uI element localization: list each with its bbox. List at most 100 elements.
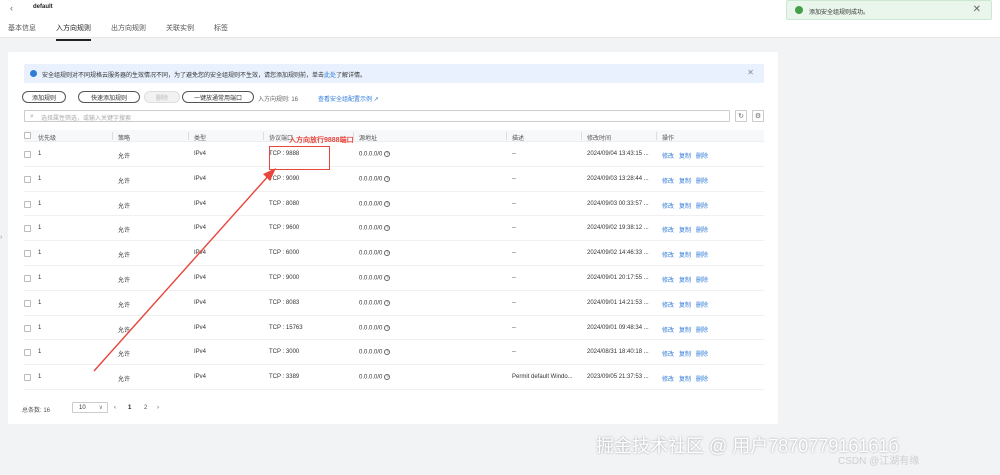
edit-link[interactable]: 修改 <box>662 204 674 210</box>
search-input[interactable]: ⌕ 选择属性筛选，或输入关键字搜索 <box>24 110 730 122</box>
cell-type: IPv4 <box>194 250 207 257</box>
row-checkbox[interactable] <box>24 274 31 282</box>
delete-link[interactable]: 删除 <box>696 352 708 358</box>
edit-link[interactable]: 修改 <box>662 352 674 358</box>
page-title: default <box>33 4 53 10</box>
notice-close-icon[interactable]: ✕ <box>747 68 754 77</box>
edit-link[interactable]: 修改 <box>662 303 674 309</box>
row-checkbox[interactable] <box>24 299 31 307</box>
page-2[interactable]: 2 <box>144 405 147 411</box>
help-icon[interactable]: ? <box>384 299 391 306</box>
back-arrow-icon[interactable]: ‹ <box>10 3 13 13</box>
help-icon[interactable]: ? <box>384 324 391 331</box>
chevron-right-icon[interactable]: › <box>0 234 6 248</box>
copy-link[interactable]: 复制 <box>679 328 691 334</box>
delete-link[interactable]: 删除 <box>696 377 708 383</box>
copy-link[interactable]: 复制 <box>679 377 691 383</box>
edit-link[interactable]: 修改 <box>662 154 674 160</box>
row-checkbox[interactable] <box>24 175 31 183</box>
next-page-icon[interactable]: › <box>157 405 159 411</box>
table-row: 1 允许 IPv4 TCP : 15763 0.0.0.0/0? -- 2024/09/01… <box>24 316 764 341</box>
column-divider <box>112 132 113 140</box>
tab-2[interactable]: 出方向规则 <box>111 23 146 41</box>
select-all-checkbox[interactable] <box>24 132 31 139</box>
help-icon[interactable]: ? <box>384 349 391 356</box>
settings-icon[interactable]: ⚙ <box>752 110 764 122</box>
copy-link[interactable]: 复制 <box>679 253 691 259</box>
cell-source: 0.0.0.0/0? <box>359 274 391 282</box>
edit-link[interactable]: 修改 <box>662 328 674 334</box>
cell-time: 2024/09/02 14:46:33 ... <box>587 250 649 257</box>
row-checkbox[interactable] <box>24 225 31 233</box>
cell-priority: 1 <box>38 324 42 331</box>
cell-priority: 1 <box>38 225 42 232</box>
delete-link[interactable]: 删除 <box>696 278 708 284</box>
delete-button[interactable]: 删除 <box>144 91 180 103</box>
copy-link[interactable]: 复制 <box>679 303 691 309</box>
quick-add-rule-button[interactable]: 快速添加规则 <box>78 91 140 103</box>
row-checkbox[interactable] <box>24 250 31 258</box>
edit-link[interactable]: 修改 <box>662 377 674 383</box>
row-checkbox[interactable] <box>24 349 31 357</box>
notice-link[interactable]: 此处 <box>324 73 336 79</box>
help-icon[interactable]: ? <box>384 175 391 182</box>
help-icon[interactable]: ? <box>384 374 391 381</box>
delete-link[interactable]: 删除 <box>696 328 708 334</box>
delete-link[interactable]: 删除 <box>696 253 708 259</box>
column-divider <box>581 132 582 140</box>
copy-link[interactable]: 复制 <box>679 352 691 358</box>
column-divider <box>263 132 264 140</box>
add-rule-button[interactable]: 添加规则 <box>22 91 66 103</box>
edit-link[interactable]: 修改 <box>662 179 674 185</box>
delete-link[interactable]: 删除 <box>696 204 708 210</box>
delete-link[interactable]: 删除 <box>696 154 708 160</box>
cell-port: TCP : 9600 <box>269 225 300 232</box>
edit-link[interactable]: 修改 <box>662 228 674 234</box>
cell-source: 0.0.0.0/0? <box>359 349 391 356</box>
help-icon[interactable]: ? <box>384 200 391 207</box>
toast-close-icon[interactable]: ✕ <box>973 4 981 15</box>
cell-port: TCP : 3000 <box>269 349 300 356</box>
cell-time: 2024/09/01 14:21:53 ... <box>587 299 649 306</box>
page-size-select[interactable]: 10 ∨ <box>72 402 108 413</box>
info-icon <box>30 70 37 77</box>
row-checkbox[interactable] <box>24 374 31 382</box>
row-checkbox[interactable] <box>24 151 31 158</box>
tab-0[interactable]: 基本信息 <box>8 23 36 41</box>
prev-page-icon[interactable]: ‹ <box>114 405 116 411</box>
copy-link[interactable]: 复制 <box>679 154 691 160</box>
cell-time: 2024/09/03 00:33:57 ... <box>587 200 649 207</box>
tab-1[interactable]: 入方向规则 <box>56 23 91 41</box>
copy-link[interactable]: 复制 <box>679 278 691 284</box>
copy-link[interactable]: 复制 <box>679 204 691 210</box>
edit-link[interactable]: 修改 <box>662 253 674 259</box>
row-checkbox[interactable] <box>24 324 31 332</box>
delete-link[interactable]: 删除 <box>696 228 708 234</box>
edit-link[interactable]: 修改 <box>662 278 674 284</box>
cell-time: 2024/08/31 18:40:18 ... <box>587 349 649 356</box>
config-example-link[interactable]: 查看安全组配置示例 ↗ <box>318 94 379 103</box>
table-row: 1 允许 IPv4 TCP : 8083 0.0.0.0/0? -- 2024/09/01 … <box>24 291 764 316</box>
delete-link[interactable]: 删除 <box>696 303 708 309</box>
row-checkbox[interactable] <box>24 200 31 208</box>
help-icon[interactable]: ? <box>384 151 391 157</box>
tab-4[interactable]: 标签 <box>214 23 228 41</box>
cell-actions: 修改 复制 删除 <box>662 176 713 185</box>
cell-time: 2023/09/05 21:37:53 ... <box>587 374 649 381</box>
refresh-icon[interactable]: ↻ <box>735 110 747 122</box>
cell-actions: 修改 复制 删除 <box>662 275 713 284</box>
help-icon[interactable]: ? <box>384 225 391 232</box>
help-icon[interactable]: ? <box>384 250 391 257</box>
tab-3[interactable]: 关联实例 <box>166 23 194 41</box>
pagination: 总条数: 16 10 ∨ ‹ 1 2 › <box>22 402 322 414</box>
page-1[interactable]: 1 <box>128 405 131 411</box>
delete-link[interactable]: 删除 <box>696 179 708 185</box>
copy-link[interactable]: 复制 <box>679 179 691 185</box>
cell-type: IPv4 <box>194 200 207 207</box>
column-header: 策略 <box>118 136 131 142</box>
help-icon[interactable]: ? <box>384 274 391 281</box>
cell-priority: 1 <box>38 299 42 306</box>
open-common-ports-button[interactable]: 一键放通常用端口 <box>182 91 254 103</box>
column-header: 类型 <box>194 136 207 142</box>
copy-link[interactable]: 复制 <box>679 228 691 234</box>
